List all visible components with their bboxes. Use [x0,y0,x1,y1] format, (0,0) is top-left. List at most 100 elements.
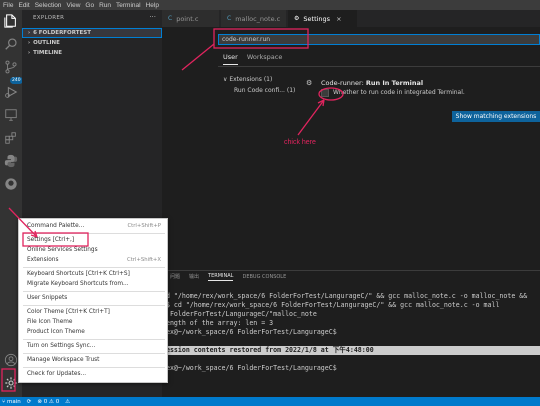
search-icon[interactable] [3,36,19,52]
menu-item[interactable]: Product Icon Theme [19,328,169,336]
github-icon[interactable] [3,176,19,192]
menu-item[interactable]: User Snippets [19,294,169,302]
tab-problems[interactable]: 问题 [170,273,180,281]
source-control-badge: 240 [10,77,23,84]
menu-edit[interactable]: Edit [18,2,29,9]
remote-explorer-icon[interactable] [3,107,19,123]
settings-search-input[interactable]: code-runner.run [218,34,540,45]
branch-status[interactable]: ⑂ main [2,399,21,405]
menu-bar: File Edit Selection View Go Run Terminal… [0,0,540,10]
problems-status[interactable]: ⊗ 0 ⚠ 0 [37,399,59,405]
toc-extensions[interactable]: ∨ Extensions (1) [223,76,272,83]
toc-run-code-config[interactable]: Run Code confi... (1) [234,87,295,94]
menu-item-label: Manage Workspace Trust [27,357,100,363]
menu-item[interactable]: Color Theme [Ctrl+K Ctrl+T] [19,308,169,316]
menu-separator [23,233,165,234]
search-value: code-runner.run [222,36,271,43]
account-icon[interactable] [3,352,19,368]
menu-item-label: Migrate Keyboard Shortcuts from... [27,281,129,287]
menu-item[interactable]: Keyboard Shortcuts [Ctrl+K Ctrl+S] [19,270,169,278]
menu-run[interactable]: Run [99,2,111,9]
menu-item[interactable]: Command Palette... Ctrl+Shift+P [19,222,169,230]
terminal-line: r$ cd "/home/rex/work_space/6 FolderForT… [162,301,500,309]
menu-item[interactable]: Manage Workspace Trust [19,356,169,364]
menu-item-label: File Icon Theme [27,319,73,325]
editor-tab-bar: C point.c C malloc_note.c ⚙ Settings × [162,10,540,27]
menu-item-label: Command Palette... [27,223,85,229]
manage-gear-icon[interactable] [3,375,19,391]
menu-item-shortcut: Ctrl+Shift+X [127,257,161,263]
menu-item-label: Check for Updates... [27,371,87,377]
menu-help[interactable]: Help [146,2,159,9]
menu-separator [23,291,165,292]
terminal-panel: 问题 输出 TERMINAL DEBUG CONSOLE cd "/home/r… [162,270,540,397]
status-bar: ⑂ main ⟳ ⊗ 0 ⚠ 0 ⚠ [0,397,540,406]
section-timeline[interactable]: › TIMELINE [22,48,162,58]
arrowhead [317,99,325,107]
tab-settings[interactable]: ⚙ Settings × [288,10,358,27]
terminal-output[interactable]: cd "/home/rex/work_space/6 FolderForTest… [162,292,540,373]
menu-item[interactable]: Turn on Settings Sync... [19,342,169,350]
menu-file[interactable]: File [3,2,13,9]
tab-user[interactable]: User [223,53,238,65]
python-icon[interactable] [3,153,19,169]
run-in-terminal-checkbox[interactable] [321,89,329,97]
tab-workspace[interactable]: Workspace [247,53,283,65]
menu-item[interactable]: Check for Updates... [19,370,169,378]
explorer-icon[interactable] [3,13,19,29]
warning-icon[interactable]: ⚠ [65,399,70,405]
menu-item-label: Keyboard Shortcuts [Ctrl+K Ctrl+S] [27,271,130,277]
menu-separator [23,267,165,268]
terminal-line: rex@~/work_space/6 FolderForTest/Langura… [162,328,337,336]
sidebar-title: EXPLORER [33,15,65,21]
section-workspace-folder[interactable]: › 6 FOLDERFORTEST [22,28,162,38]
menu-view[interactable]: View [66,2,80,9]
manage-context-menu: Command Palette... Ctrl+Shift+P Settings [… [18,218,168,383]
section-label: OUTLINE [33,40,60,46]
menu-item-label: Settings [Ctrl+,] [27,237,75,243]
terminal-line: 6 FolderForTest/LangurageC/"malloc_note [162,310,317,318]
section-label: TIMELINE [33,50,63,56]
menu-item-label: Turn on Settings Sync... [27,343,96,349]
run-debug-icon[interactable] [3,84,19,100]
close-icon[interactable]: × [336,15,341,23]
tab-label: Settings [303,14,331,23]
menu-item-label: Color Theme [Ctrl+K Ctrl+T] [27,309,110,315]
menu-go[interactable]: Go [85,2,94,9]
menu-separator [23,353,165,354]
chevron-right-icon: › [28,30,31,36]
menu-item[interactable]: Extensions Ctrl+Shift+X [19,256,169,264]
menu-item-label: Extensions [27,257,59,263]
setting-name: Run In Terminal [365,79,424,87]
settings-gear-icon: ⚙ [294,15,300,22]
show-matching-extensions-button[interactable]: Show matching extensions [452,111,540,122]
section-outline[interactable]: › OUTLINE [22,38,162,48]
tab-terminal[interactable]: TERMINAL [208,273,234,281]
annotation-arrow [181,43,215,71]
more-actions-icon[interactable]: ··· [149,13,156,21]
menu-item[interactable]: Online Services Settings [19,246,169,254]
tab-output[interactable]: 输出 [189,273,199,281]
tab-label: point.c [176,14,199,23]
menu-item[interactable]: File Icon Theme [19,318,169,326]
toc-label: Run Code confi... (1) [234,87,296,94]
c-file-icon: C [168,15,173,22]
menu-item[interactable]: Migrate Keyboard Shortcuts from... [19,280,169,288]
menu-separator [23,339,165,340]
menu-selection[interactable]: Selection [35,2,62,9]
tab-malloc-note-c[interactable]: C malloc_note.c [221,10,287,27]
source-control-icon[interactable] [3,59,19,75]
chevron-right-icon: › [28,50,31,56]
tab-point-c[interactable]: C point.c [162,10,220,27]
menu-item[interactable]: Settings [Ctrl+,] [19,236,169,244]
sync-icon[interactable]: ⟳ [27,399,32,405]
menu-item-label: Online Services Settings [27,247,98,253]
tab-debug-console[interactable]: DEBUG CONSOLE [242,274,286,281]
setting-gear-icon[interactable]: ⚙ [306,79,312,87]
menu-separator [23,305,165,306]
extensions-icon[interactable] [3,130,19,146]
tab-label: malloc_note.c [235,14,281,23]
chevron-down-icon: ∨ [223,76,228,83]
menu-terminal[interactable]: Terminal [116,2,141,9]
